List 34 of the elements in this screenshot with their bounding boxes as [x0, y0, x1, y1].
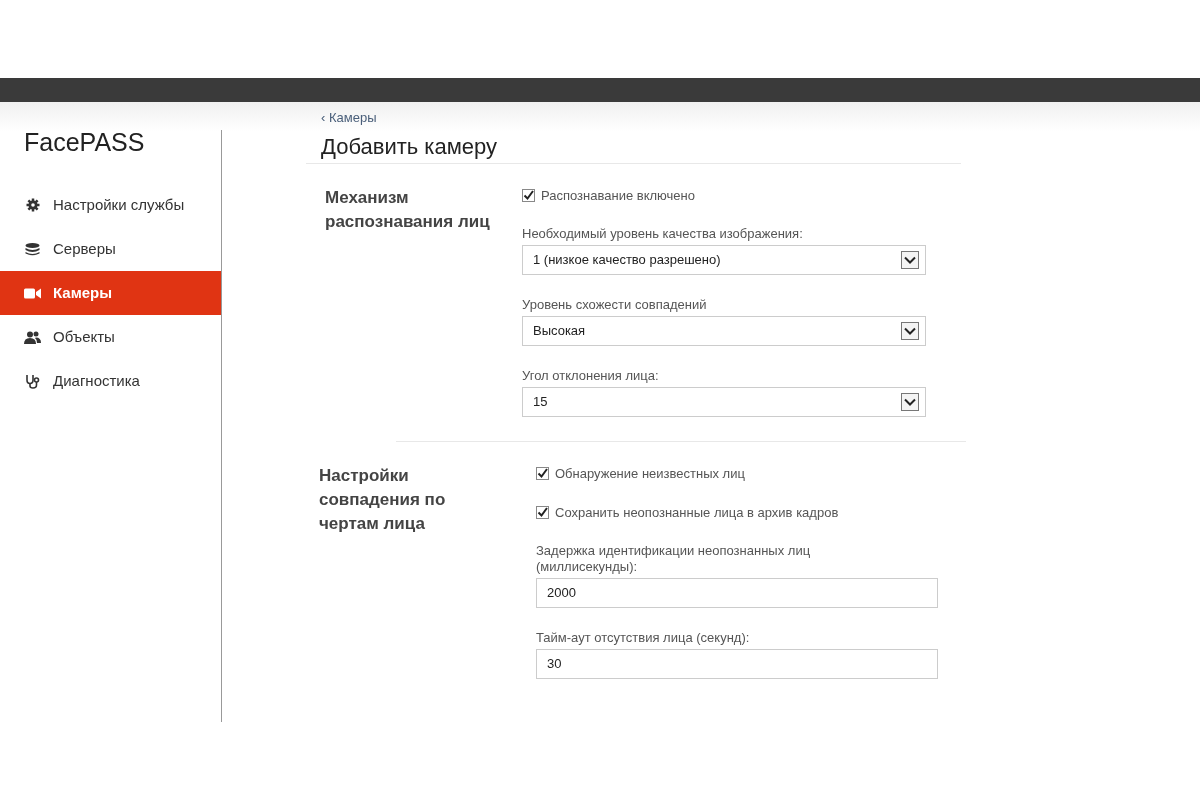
chevron-down-icon [901, 250, 919, 269]
field-label: Необходимый уровень качества изображения: [522, 225, 804, 242]
back-link[interactable]: ‹ Камеры [321, 111, 1200, 124]
section-heading: Механизм распознавания лиц [324, 187, 491, 233]
stack-icon [25, 242, 40, 256]
sidebar-item[interactable]: Объекты [0, 315, 221, 359]
checkbox[interactable] [522, 189, 535, 203]
sidebar-item[interactable]: Серверы [0, 227, 221, 271]
dropdown[interactable]: 1 (низкое качество разрешено) [522, 244, 926, 275]
field-label: Задержка идентификации неопознанных лиц (миллисекунды): [536, 542, 812, 575]
video-camera-icon [24, 287, 41, 299]
checkbox[interactable] [536, 466, 549, 480]
dropdown[interactable]: 15 [522, 386, 926, 417]
section-heading: Настройки совпадения по чертам лица [319, 464, 447, 535]
users-icon [24, 330, 41, 344]
field-label: Тайм-аут отсутствия лица (секунд): [536, 629, 751, 646]
dropdown[interactable]: Высокая [522, 315, 926, 346]
checkbox-label: Сохранить неопознанные лица в архив кадров [555, 504, 839, 522]
input-field[interactable]: 30 [536, 648, 938, 679]
field-label: Угол отклонения лица: [522, 367, 660, 384]
page-title: Добавить камеру [321, 133, 499, 161]
checkbox-label: Распознавание включено [541, 187, 695, 205]
gear-icon [25, 198, 40, 212]
chevron-down-icon [901, 392, 919, 411]
sidebar-item[interactable]: Камеры [0, 271, 221, 315]
input-field[interactable]: 2000 [536, 577, 938, 608]
checkbox[interactable] [536, 506, 549, 520]
chevron-down-icon [901, 321, 919, 340]
app-logo: FacePASS [23, 130, 146, 155]
stethoscope-icon [25, 373, 40, 389]
sidebar-item[interactable]: Диагностика [0, 359, 221, 403]
checkbox-label: Обнаружение неизвестных лиц [555, 464, 745, 483]
field-label: Уровень схожести совпадений [522, 296, 708, 313]
sidebar-item[interactable]: Настройки службы [0, 183, 221, 227]
